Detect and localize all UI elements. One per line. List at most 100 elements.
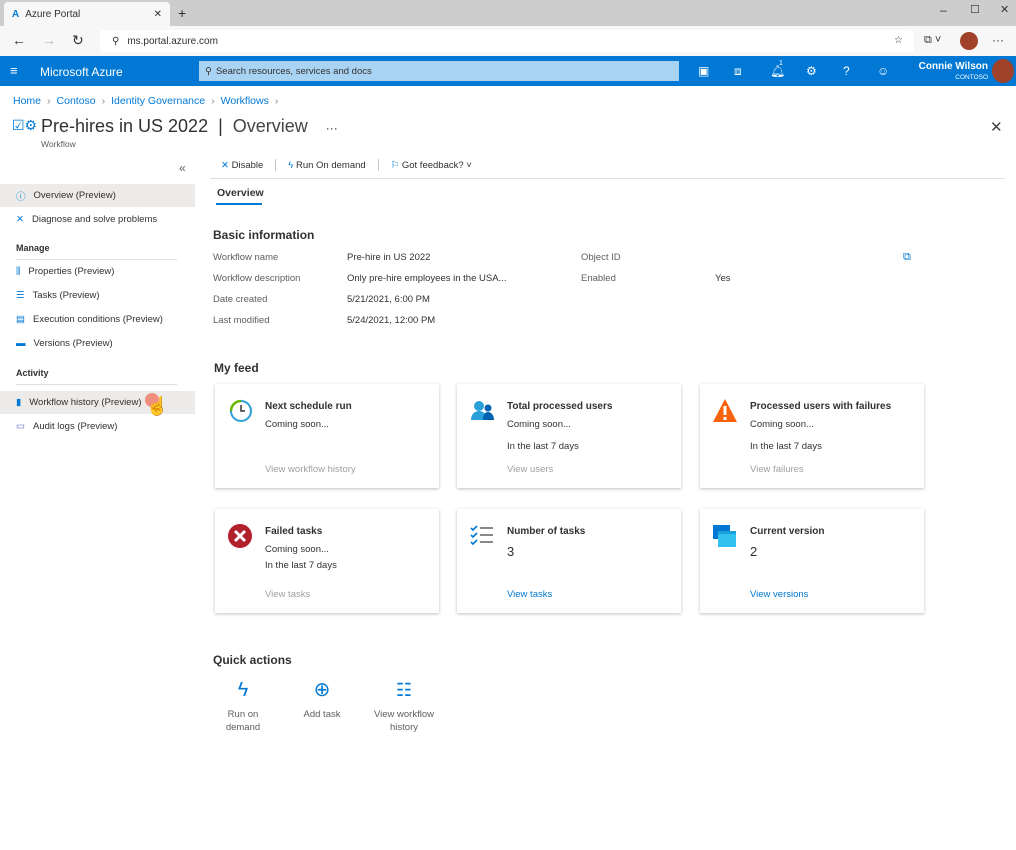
sidebar-item-tasks[interactable]: ☰Tasks (Preview) <box>0 284 195 307</box>
quick-action-label: demand <box>212 721 274 734</box>
favorite-icon[interactable]: ☆ <box>894 35 903 46</box>
list-icon: ☷ <box>368 684 440 708</box>
tasks-count: 3 <box>507 544 514 559</box>
page-title: Pre-hires in US 2022| Overview ··· <box>41 116 338 137</box>
view-tasks-link[interactable]: View tasks <box>507 589 552 600</box>
quick-action-view-history[interactable]: ☷ View workflowhistory <box>368 684 440 734</box>
more-options-button[interactable]: ··· <box>326 121 338 135</box>
close-tab-icon[interactable]: ✕ <box>154 9 162 20</box>
back-icon[interactable]: ← <box>12 32 26 48</box>
breadcrumb-contoso[interactable]: Contoso <box>57 95 96 107</box>
sidebar-item-label: Versions (Preview) <box>34 338 113 349</box>
hamburger-menu-icon[interactable]: ≡ <box>10 63 18 78</box>
sidebar-item-label: Diagnose and solve problems <box>32 214 157 225</box>
feedback-button[interactable]: ⚐ Got feedback? ˅ <box>391 160 472 171</box>
field-label: Date created <box>213 294 267 305</box>
lightning-icon: ϟ <box>212 684 274 708</box>
settings-icon[interactable]: ⚙ <box>806 64 817 78</box>
tab-overview[interactable]: Overview <box>217 187 264 199</box>
user-avatar[interactable] <box>992 59 1014 83</box>
close-window-button[interactable]: ✕ <box>1000 3 1009 16</box>
sidebar-item-label: Overview (Preview) <box>34 190 116 201</box>
refresh-icon[interactable]: ↻ <box>72 32 84 49</box>
chevron-right-icon: › <box>211 95 215 107</box>
search-placeholder: Search resources, services and docs <box>216 66 372 77</box>
browser-menu-icon[interactable]: ··· <box>992 33 1004 47</box>
feedback-icon: ⚐ <box>391 160 400 171</box>
chevron-right-icon: › <box>102 95 106 107</box>
copy-icon[interactable]: ⧉ <box>903 251 911 264</box>
tasks-icon: ☰ <box>16 290 25 301</box>
view-tasks-link[interactable]: View tasks <box>265 589 310 600</box>
collections-icon[interactable]: ⧉ ˅ <box>924 34 941 47</box>
versions-icon: ▬ <box>16 338 26 349</box>
divider <box>378 159 379 171</box>
sidebar-item-label: Properties (Preview) <box>28 266 114 277</box>
book-icon: ▮ <box>16 397 21 408</box>
search-icon: ⚲ <box>112 36 119 47</box>
chevron-down-icon: ˅ <box>466 160 472 171</box>
disable-button[interactable]: ✕ Disable <box>221 160 263 171</box>
basic-info-heading: Basic information <box>213 228 314 242</box>
forward-icon[interactable]: → <box>42 32 56 48</box>
sidebar-item-properties[interactable]: ⫼Properties (Preview) <box>0 260 195 283</box>
run-label: Run On demand <box>296 160 366 171</box>
checklist-icon <box>469 523 495 549</box>
collapse-sidebar-icon[interactable]: « <box>179 161 186 175</box>
quick-action-label: history <box>368 721 440 734</box>
tab-underline <box>216 203 262 205</box>
last-modified-value: 5/24/2021, 12:00 PM <box>347 315 435 326</box>
new-tab-button[interactable]: + <box>178 5 186 21</box>
cloud-shell-icon[interactable]: ▣ <box>698 64 709 78</box>
quick-action-label: View workflow <box>368 708 440 721</box>
divider <box>275 159 276 171</box>
disable-label: Disable <box>232 160 264 171</box>
user-name[interactable]: Connie Wilson <box>919 61 988 72</box>
help-icon[interactable]: ? <box>843 64 850 78</box>
view-versions-link[interactable]: View versions <box>750 589 808 600</box>
profile-avatar[interactable] <box>960 32 978 50</box>
sidebar-item-execution-conditions[interactable]: ▤Execution conditions (Preview) <box>0 308 195 331</box>
enabled-value: Yes <box>715 273 731 284</box>
lightning-icon: ϟ <box>288 160 293 171</box>
field-label: Last modified <box>213 315 270 326</box>
workflow-name-value: Pre-hire in US 2022 <box>347 252 430 263</box>
url-input[interactable]: ⚲ms.portal.azure.com <box>100 30 914 52</box>
breadcrumb-home[interactable]: Home <box>13 95 41 107</box>
manage-heading: Manage <box>16 243 50 253</box>
chevron-right-icon: › <box>275 95 279 107</box>
breadcrumb-identity-governance[interactable]: Identity Governance <box>111 95 205 107</box>
quick-action-add-task[interactable]: ⊕ Add task <box>291 684 353 721</box>
browser-tab[interactable]: A Azure Portal ✕ <box>4 2 170 26</box>
sidebar-item-label: Execution conditions (Preview) <box>33 314 163 325</box>
card-failed-tasks: Failed tasks Coming soon... In the last … <box>215 509 439 613</box>
global-search-input[interactable]: ⚲Search resources, services and docs <box>199 61 679 81</box>
my-feed-heading: My feed <box>214 361 259 375</box>
close-blade-button[interactable]: ✕ <box>990 118 1003 136</box>
card-title: Current version <box>750 526 824 537</box>
sidebar-item-versions[interactable]: ▬ Versions (Preview) <box>0 332 195 355</box>
maximize-button[interactable]: ☐ <box>970 3 980 16</box>
feedback-smiley-icon[interactable]: ☺ <box>877 64 889 78</box>
quick-action-run-on-demand[interactable]: ϟ Run ondemand <box>212 684 274 734</box>
directory-filter-icon[interactable]: ⧈ <box>734 64 742 79</box>
card-period: In the last 7 days <box>507 441 579 452</box>
quick-action-label: Add task <box>291 708 353 721</box>
sidebar-item-audit-logs[interactable]: ▭Audit logs (Preview) <box>0 415 195 438</box>
breadcrumb: Home › Contoso › Identity Governance › Work… <box>13 95 278 107</box>
brand-name[interactable]: Microsoft Azure <box>40 65 123 79</box>
card-total-processed-users: Total processed users Coming soon... In … <box>457 384 681 488</box>
view-failures-link[interactable]: View failures <box>750 464 804 475</box>
sidebar-item-overview[interactable]: ⓘOverview (Preview) <box>0 184 195 207</box>
sidebar-item-diagnose[interactable]: ✕Diagnose and solve problems <box>0 208 195 231</box>
users-icon <box>469 398 495 424</box>
run-on-demand-button[interactable]: ϟ Run On demand <box>288 160 365 171</box>
command-bar: ✕ Disable ϟ Run On demand ⚐ Got feedback… <box>221 158 472 172</box>
view-users-link[interactable]: View users <box>507 464 553 475</box>
minimize-button[interactable]: – <box>940 3 947 17</box>
chevron-right-icon: › <box>47 95 51 107</box>
breadcrumb-workflows[interactable]: Workflows <box>221 95 269 107</box>
card-title: Failed tasks <box>265 526 322 537</box>
error-icon <box>227 523 253 549</box>
view-workflow-history-link[interactable]: View workflow history <box>265 464 356 475</box>
